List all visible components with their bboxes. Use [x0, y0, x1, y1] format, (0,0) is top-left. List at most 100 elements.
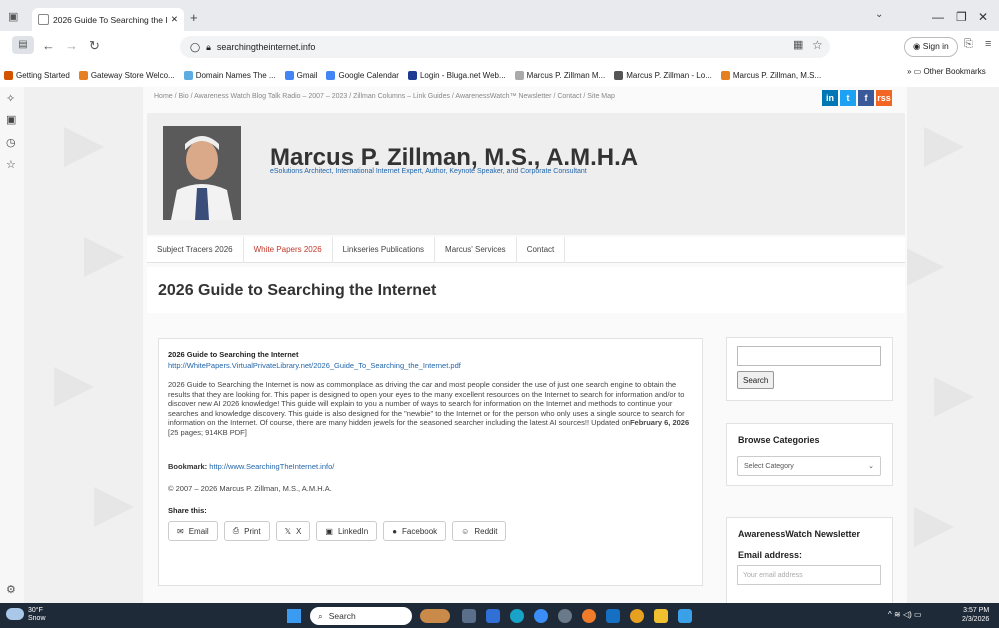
- bookmark-item[interactable]: Gateway Store Welco...: [78, 70, 175, 80]
- category-select[interactable]: Select Category ⌄: [737, 456, 881, 476]
- settings-gear-icon[interactable]: ⚙: [6, 583, 16, 596]
- share-print-button[interactable]: ⎙ Print: [223, 521, 270, 541]
- dell-app-icon[interactable]: [558, 609, 572, 623]
- weather-widget[interactable]: 30°F Snow: [28, 607, 46, 623]
- share-email-button[interactable]: ✉ Email: [168, 521, 218, 541]
- bookmark-label: Getting Started: [16, 70, 70, 80]
- menu-icon[interactable]: ≡: [985, 38, 991, 50]
- new-tab-button[interactable]: +: [190, 10, 198, 25]
- bookmark-item[interactable]: Login - Bluga.net Web...: [407, 70, 506, 80]
- volume-icon[interactable]: ◁): [903, 610, 912, 619]
- app-icon[interactable]: [678, 609, 692, 623]
- chrome-app-icon[interactable]: [534, 609, 548, 623]
- bookmark-item[interactable]: Domain Names The ...: [183, 70, 276, 80]
- chevron-up-icon[interactable]: ^: [888, 610, 892, 619]
- share-x-button[interactable]: 𝕏X: [275, 521, 311, 541]
- photos-app-icon[interactable]: [630, 609, 644, 623]
- bookmark-item[interactable]: Marcus P. Zillman M...: [514, 70, 605, 80]
- file-explorer-icon[interactable]: [654, 609, 668, 623]
- share-button-label: Print: [244, 526, 261, 536]
- lock-icon[interactable]: 🔒︎: [206, 42, 211, 53]
- history-icon[interactable]: ◷: [6, 136, 16, 149]
- back-icon[interactable]: ←: [42, 38, 55, 53]
- print-icon: ⎙: [232, 526, 240, 535]
- copyright: © 2007 – 2026 Marcus P. Zillman, M.S., A…: [168, 484, 332, 493]
- bookmark-label: Marcus P. Zillman, M.S...: [732, 70, 822, 80]
- sign-in-button[interactable]: ◉ Sign in: [904, 37, 958, 57]
- breadcrumb[interactable]: Home / Bio / Awareness Watch Blog Talk R…: [154, 91, 634, 102]
- weather-icon[interactable]: [6, 608, 24, 620]
- forward-icon[interactable]: →: [65, 38, 78, 53]
- task-view-icon[interactable]: [462, 609, 476, 623]
- email-field[interactable]: Your email address: [737, 565, 881, 585]
- battery-icon[interactable]: ▭: [914, 610, 922, 619]
- browser-tab[interactable]: 2026 Guide To Searching the Intern ✕: [32, 8, 184, 31]
- share-button-label: X: [296, 526, 302, 536]
- social-rss-icon[interactable]: rss: [876, 90, 892, 106]
- bookmark-label: Google Calendar: [338, 70, 399, 80]
- social-t-icon[interactable]: t: [840, 90, 856, 106]
- taskbar-search[interactable]: ⌕ Search: [310, 607, 412, 625]
- taskbar-search-label: Search: [328, 611, 356, 621]
- article-body-text: 2026 Guide to Searching the Internet is …: [168, 380, 685, 428]
- bookmark-item[interactable]: Marcus P. Zillman - Lo...: [614, 70, 712, 80]
- address-bar[interactable]: ◯ 🔒︎ searchingtheinternet.info: [180, 36, 830, 58]
- bookmark-item[interactable]: Google Calendar: [326, 70, 399, 80]
- tab-list-chevron-icon[interactable]: ⌄: [875, 9, 883, 20]
- bookmark-item[interactable]: Getting Started: [4, 70, 70, 80]
- ai-sparkle-icon[interactable]: ✧: [6, 92, 15, 105]
- bookmark-favicon-icon: [720, 70, 730, 80]
- site-search-button[interactable]: Search: [737, 371, 775, 389]
- page-title: 2026 Guide to Searching the Internet: [158, 282, 437, 299]
- bookmark-star-icon[interactable]: ☆: [812, 38, 823, 52]
- bookmark-link[interactable]: http://www.SearchingTheInternet.info/: [209, 462, 334, 471]
- reload-icon[interactable]: ↻: [89, 38, 100, 54]
- article-body: 2026 Guide to Searching the Internet is …: [168, 380, 693, 438]
- chevron-down-icon: ⌄: [868, 463, 874, 470]
- other-bookmarks[interactable]: » ▭ Other Bookmarks: [907, 67, 986, 76]
- sidebar-toggle-icon[interactable]: ▤: [12, 36, 34, 54]
- wifi-icon[interactable]: ≋: [894, 610, 901, 619]
- system-tray[interactable]: ^ ≋ ◁) ▭: [888, 610, 922, 619]
- share-reddit-button[interactable]: ☺ Reddit: [452, 521, 507, 541]
- tracking-shield-icon[interactable]: ◯: [190, 42, 200, 53]
- menu-item[interactable]: Linkseries Publications: [333, 236, 436, 263]
- menu-item[interactable]: White Papers 2026: [244, 236, 333, 263]
- tab-actions-icon[interactable]: ▣: [8, 10, 18, 23]
- social-f-icon[interactable]: f: [858, 90, 874, 106]
- menu-item[interactable]: Marcus' Services: [435, 236, 517, 263]
- start-button[interactable]: [287, 609, 301, 623]
- article-pdf-link[interactable]: http://WhitePapers.VirtualPrivateLibrary…: [168, 361, 461, 370]
- menu-item[interactable]: Contact: [517, 236, 566, 263]
- bookmark-favicon-icon: [4, 70, 13, 80]
- share-linkedin-button[interactable]: ▣ LinkedIn: [316, 521, 378, 541]
- store-app-icon[interactable]: [486, 609, 500, 623]
- facebook-icon: ●: [392, 526, 398, 536]
- share-button-label: Facebook: [402, 526, 438, 536]
- social-in-icon[interactable]: in: [822, 90, 838, 106]
- clock[interactable]: 3:57 PM 2/3/2026: [962, 606, 989, 624]
- weather-condition: Snow: [28, 615, 46, 622]
- close-window-icon[interactable]: ✕: [978, 10, 988, 24]
- reader-view-icon[interactable]: ▦: [793, 38, 803, 51]
- edge-app-icon[interactable]: [510, 609, 524, 623]
- share-icon[interactable]: ⎘: [964, 38, 973, 51]
- chevron-right-icon[interactable]: »: [907, 67, 914, 76]
- tab-favicon-icon: [38, 14, 49, 25]
- bookmark-label: Gmail: [296, 70, 318, 80]
- share-facebook-button[interactable]: ● Facebook: [383, 521, 447, 541]
- bookmark-item[interactable]: Gmail: [284, 70, 318, 80]
- menu-item[interactable]: Subject Tracers 2026: [147, 236, 244, 263]
- bookmark-item[interactable]: Marcus P. Zillman, M.S...: [720, 70, 822, 80]
- outlook-app-icon[interactable]: [606, 609, 620, 623]
- bookmark-label: Login - Bluga.net Web...: [419, 70, 506, 80]
- restore-icon[interactable]: ❐: [956, 10, 967, 24]
- site-search-input[interactable]: [737, 346, 881, 366]
- tab-close-icon[interactable]: ✕: [171, 14, 178, 25]
- minimize-icon[interactable]: —: [932, 10, 944, 24]
- widgets-app-icon[interactable]: [420, 609, 450, 623]
- bookmarks-sidebar-icon[interactable]: ☆: [6, 158, 16, 171]
- tabs-sidebar-icon[interactable]: ▣: [6, 113, 16, 126]
- firefox-app-icon[interactable]: [582, 609, 596, 623]
- social-icons: in t f rss: [822, 90, 892, 106]
